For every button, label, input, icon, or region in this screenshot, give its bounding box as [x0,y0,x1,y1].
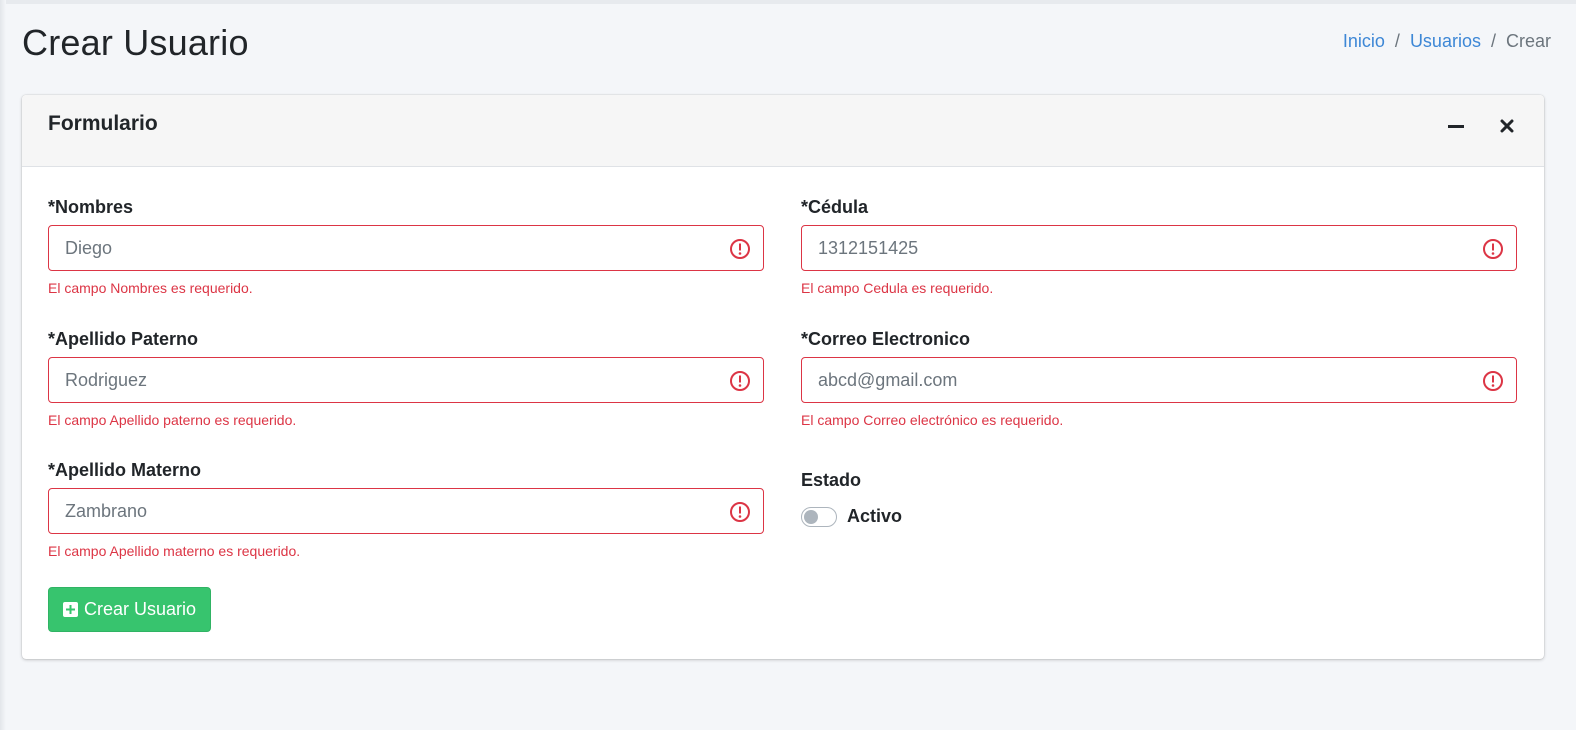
close-icon [1500,119,1514,133]
exclamation-circle-icon [730,239,750,259]
minus-icon [1448,124,1464,128]
form-card: Formulario *Nombres El campo Nombres es … [22,95,1544,659]
nombres-input-wrapper [48,225,764,271]
crear-usuario-button[interactable]: Crear Usuario [48,587,211,632]
sidebar-edge [0,0,6,730]
breadcrumb-usuarios-link[interactable]: Usuarios [1410,31,1481,52]
correo-input[interactable] [802,358,1516,402]
estado-toggle[interactable] [801,506,837,527]
nombres-label: *Nombres [48,197,134,217]
cedula-input-wrapper [801,225,1517,271]
card-header: Formulario [22,95,1544,167]
apellido-paterno-input[interactable] [49,358,763,402]
apellido-materno-input[interactable] [49,489,763,533]
apellido-paterno-error: El campo Apellido paterno es requerido. [48,412,297,428]
correo-error: El campo Correo electrónico es requerido… [801,412,1064,428]
nombres-error: El campo Nombres es requerido. [48,280,253,296]
apellido-paterno-input-wrapper [48,357,764,403]
breadcrumb-current: Crear [1505,31,1551,51]
correo-label: *Correo Electronico [801,329,971,349]
nombres-input[interactable] [49,226,763,270]
apellido-materno-error: El campo Apellido materno es requerido. [48,543,301,559]
toggle-knob [804,509,818,524]
correo-input-wrapper [801,357,1517,403]
apellido-paterno-field: *Apellido Paterno El campo Apellido pate… [48,329,764,428]
breadcrumb-inicio-link[interactable]: Inicio [1343,31,1385,52]
exclamation-circle-icon [730,502,750,522]
cedula-field: *Cédula El campo Cedula es requerido. [801,197,1517,296]
estado-switch-row: Activo [801,506,902,527]
exclamation-circle-icon [1483,371,1503,391]
breadcrumb: Inicio / Usuarios / Crear [1343,31,1551,52]
top-border [0,0,1576,4]
correo-field: *Correo Electronico El campo Correo elec… [801,329,1517,428]
plus-square-icon [62,602,78,617]
apellido-materno-input-wrapper [48,488,764,534]
close-button[interactable] [1492,111,1522,141]
estado-label: Estado [801,470,862,490]
breadcrumb-separator: / [1394,31,1400,51]
cedula-label: *Cédula [801,197,869,217]
apellido-materno-field: *Apellido Materno El campo Apellido mate… [48,460,764,559]
collapse-button[interactable] [1441,111,1471,141]
cedula-error: El campo Cedula es requerido. [801,280,994,296]
apellido-paterno-label: *Apellido Paterno [48,329,199,349]
apellido-materno-label: *Apellido Materno [48,460,202,480]
crear-usuario-button-label: Crear Usuario [83,599,197,619]
page-title: Crear Usuario [22,22,249,63]
estado-switch-label[interactable]: Activo [847,506,902,527]
exclamation-circle-icon [730,371,750,391]
nombres-field: *Nombres El campo Nombres es requerido. [48,197,764,296]
card-title: Formulario [48,112,158,135]
breadcrumb-separator: / [1490,31,1496,51]
cedula-input[interactable] [802,226,1516,270]
exclamation-circle-icon [1483,239,1503,259]
